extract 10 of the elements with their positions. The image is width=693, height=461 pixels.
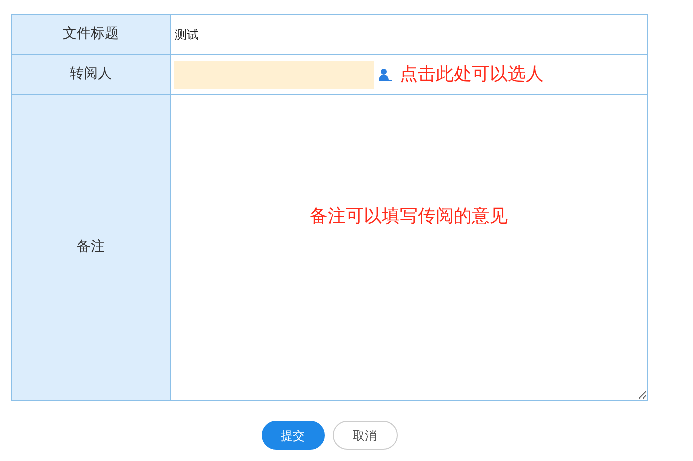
field-label: 备注 [77, 238, 105, 257]
person-icon[interactable] [378, 68, 392, 82]
submit-button[interactable]: 提交 [262, 421, 324, 450]
field-label: 文件标题 [63, 25, 119, 44]
hint-text: 备注可以填写传阅的意见 [310, 205, 508, 229]
cancel-button[interactable]: 取消 [332, 421, 398, 450]
recipient-field[interactable] [174, 60, 374, 88]
field-label: 转阅人 [70, 65, 112, 84]
title-value: 测试 [175, 26, 200, 44]
hint-text: 点击此处可以选人 [400, 63, 544, 87]
